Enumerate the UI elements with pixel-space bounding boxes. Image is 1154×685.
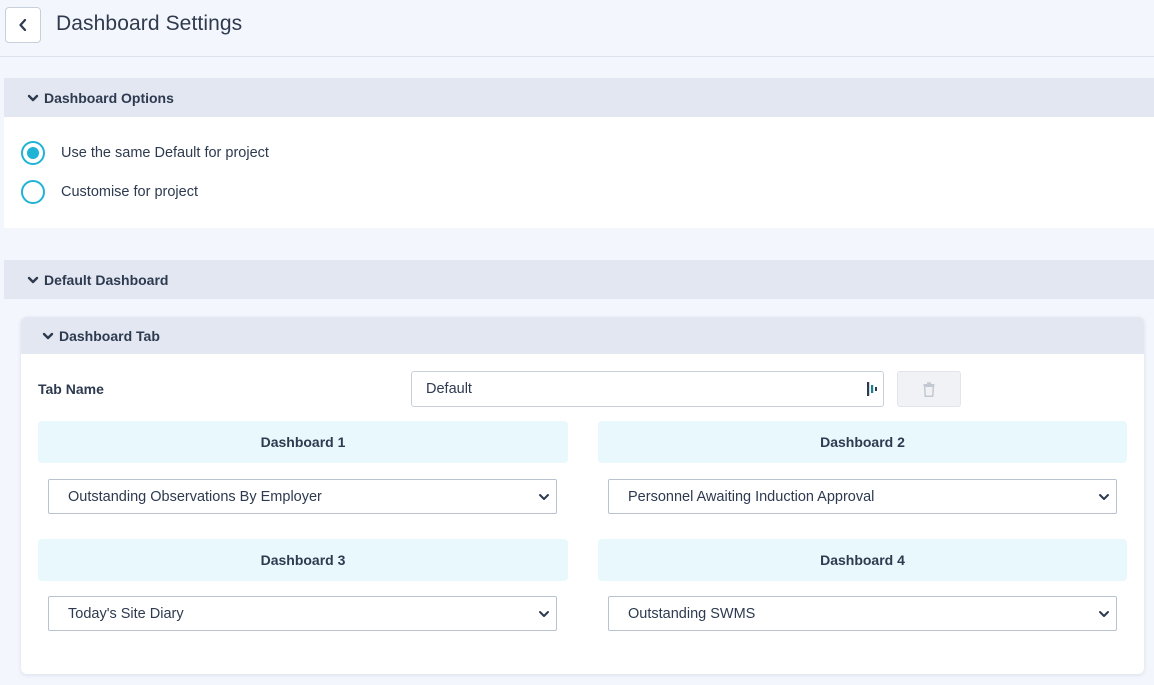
dashboard-options-panel: Use the same Default for project Customi… xyxy=(4,117,1154,228)
delete-tab-button[interactable] xyxy=(897,371,961,407)
radio-label: Customise for project xyxy=(61,184,198,200)
dashboard-tab-header[interactable]: Dashboard Tab xyxy=(21,317,1144,354)
input-options-icon xyxy=(867,382,877,396)
chevron-left-icon xyxy=(19,19,27,31)
section-title: Dashboard Tab xyxy=(59,327,160,344)
tab-name-input[interactable] xyxy=(411,371,884,407)
chevron-down-icon xyxy=(1099,494,1109,500)
dashboard-4-select[interactable]: Outstanding SWMS xyxy=(608,596,1117,631)
dashboard-options-header[interactable]: Dashboard Options xyxy=(4,78,1154,117)
tab-name-label: Tab Name xyxy=(38,381,104,397)
top-bar: Dashboard Settings xyxy=(0,0,1154,57)
select-value: Personnel Awaiting Induction Approval xyxy=(628,489,875,505)
section-title: Default Dashboard xyxy=(44,271,169,288)
select-value: Today's Site Diary xyxy=(68,606,184,622)
dashboard-tab-card: Dashboard Tab Tab Name Dashboard 1 Outst… xyxy=(21,317,1144,674)
page-title: Dashboard Settings xyxy=(56,12,243,35)
option-customise[interactable]: Customise for project xyxy=(21,180,198,204)
radio-button[interactable] xyxy=(21,180,45,204)
dashboard-1-select[interactable]: Outstanding Observations By Employer xyxy=(48,479,557,514)
radio-label: Use the same Default for project xyxy=(61,145,269,161)
default-dashboard-header[interactable]: Default Dashboard xyxy=(4,260,1154,299)
select-value: Outstanding Observations By Employer xyxy=(68,489,322,505)
chevron-down-icon xyxy=(27,94,39,101)
dashboard-4-heading: Dashboard 4 xyxy=(598,539,1127,581)
trash-icon xyxy=(923,381,935,397)
dashboard-3-heading: Dashboard 3 xyxy=(38,539,568,581)
chevron-down-icon xyxy=(27,276,39,283)
dashboard-2-select[interactable]: Personnel Awaiting Induction Approval xyxy=(608,479,1117,514)
chevron-down-icon xyxy=(42,332,54,339)
back-button[interactable] xyxy=(5,7,41,43)
dashboard-2-heading: Dashboard 2 xyxy=(598,421,1127,463)
chevron-down-icon xyxy=(539,611,549,617)
dashboard-1-heading: Dashboard 1 xyxy=(38,421,568,463)
dashboard-3-select[interactable]: Today's Site Diary xyxy=(48,596,557,631)
radio-button[interactable] xyxy=(21,141,45,165)
chevron-down-icon xyxy=(539,494,549,500)
chevron-down-icon xyxy=(1099,611,1109,617)
select-value: Outstanding SWMS xyxy=(628,606,756,622)
option-same-default[interactable]: Use the same Default for project xyxy=(21,141,269,165)
section-title: Dashboard Options xyxy=(44,89,174,106)
